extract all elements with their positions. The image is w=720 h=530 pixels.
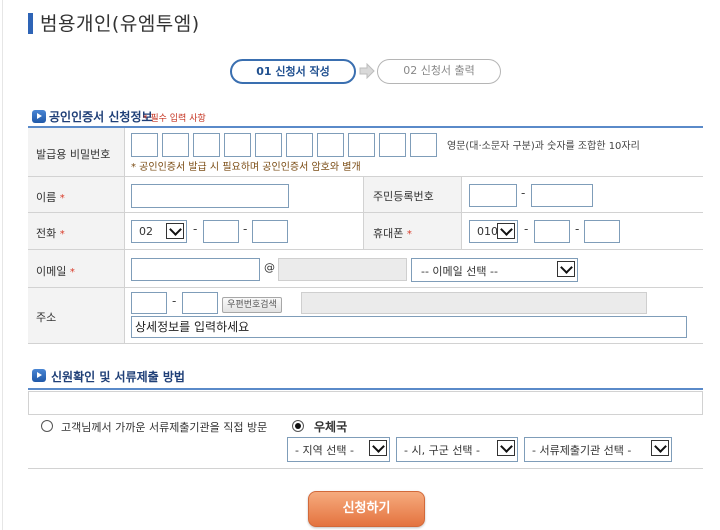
email-label: 이메일 * <box>36 265 75 278</box>
password-char-input[interactable] <box>131 133 158 157</box>
radio-visit-option[interactable] <box>41 420 53 432</box>
step-2-print-application: 02 신청서 출력 <box>377 59 501 84</box>
title-accent-bar <box>28 13 33 34</box>
rrn-label: 주민등록번호 <box>373 190 434 203</box>
mobile-dash: - <box>575 222 580 236</box>
name-input[interactable] <box>131 184 289 208</box>
address-base-input[interactable] <box>301 292 647 314</box>
chevron-down-icon <box>166 223 184 239</box>
password-char-input[interactable] <box>255 133 282 157</box>
zipcode-search-button[interactable]: 우편번호검색 <box>222 297 282 313</box>
password-char-input[interactable] <box>317 133 344 157</box>
table2-top-rule <box>28 388 703 390</box>
section-verification-title: 신원확인 및 서류제출 방법 <box>51 370 185 384</box>
address-label: 주소 <box>36 311 57 324</box>
phone-last-input[interactable] <box>252 220 288 243</box>
row-divider <box>28 176 703 177</box>
password-char-input[interactable] <box>379 133 406 157</box>
password-help-text: 영문(대·소문자 구분)과 숫자를 조합한 10자리 <box>447 141 640 152</box>
left-border <box>2 0 3 530</box>
required-note: * 필수 입력 사항 <box>143 114 206 124</box>
section-certificate-title: 공인인증서 신청정보 <box>49 110 153 124</box>
row-divider <box>28 249 703 250</box>
phone-middle-input[interactable] <box>203 220 239 243</box>
post-office-option-label: 우체국 <box>314 420 348 434</box>
rrn-dash: - <box>521 186 526 200</box>
password-char-input[interactable] <box>193 133 220 157</box>
phone-area-select[interactable]: 02 <box>131 220 187 243</box>
rrn-front-input[interactable] <box>469 184 517 207</box>
zipcode-back-input[interactable] <box>182 292 218 314</box>
radio-post-office-option[interactable] <box>292 420 304 432</box>
chevron-down-icon <box>557 261 575 277</box>
password-label: 발급용 비밀번호 <box>36 148 111 161</box>
visit-option-label: 고객님께서 가까운 서류제출기관을 직접 방문 <box>61 421 268 434</box>
page-title: 범용개인(유엠투엠) <box>40 13 200 35</box>
table-top-rule <box>28 126 703 128</box>
mobile-prefix-select[interactable]: 010 <box>469 220 518 243</box>
region-select[interactable]: - 지역 선택 - <box>287 437 390 462</box>
row-divider <box>28 212 703 213</box>
zipcode-front-input[interactable] <box>131 292 167 314</box>
password-char-input[interactable] <box>410 133 437 157</box>
table-bottom-rule <box>28 343 703 344</box>
agency-select[interactable]: - 서류제출기관 선택 - <box>524 437 672 462</box>
mobile-middle-input[interactable] <box>534 220 570 243</box>
chevron-down-icon <box>651 440 669 456</box>
password-char-input[interactable] <box>348 133 375 157</box>
phone-dash: - <box>193 222 198 236</box>
chevron-down-icon <box>497 223 515 239</box>
email-at-sign: @ <box>264 261 275 274</box>
password-note: * 공인인증서 발급 시 필요하며 공인인증서 암호와 별개 <box>131 162 361 173</box>
email-id-input[interactable] <box>131 258 260 281</box>
table2-bottom-rule <box>28 468 703 469</box>
mobile-label: 휴대폰 * <box>373 227 412 240</box>
step-1-write-application: 01 신청서 작성 <box>230 59 356 84</box>
phone-label: 전화 * <box>36 227 65 240</box>
mobile-dash: - <box>524 222 529 236</box>
email-domain-select[interactable]: -- 이메일 선택 -- <box>411 258 578 282</box>
submit-button[interactable]: 신청하기 <box>308 491 425 527</box>
verification-blank-row <box>28 391 703 415</box>
rrn-back-input[interactable] <box>531 184 593 207</box>
section-bullet-icon <box>32 369 46 382</box>
chevron-down-icon <box>497 440 515 456</box>
email-domain-input[interactable] <box>278 258 407 281</box>
address-detail-placeholder: 상세정보를 입력하세요 <box>135 320 250 334</box>
mobile-last-input[interactable] <box>584 220 620 243</box>
label-divider <box>124 128 125 343</box>
row-divider <box>28 287 703 288</box>
password-char-input[interactable] <box>162 133 189 157</box>
city-select[interactable]: - 시, 구군 선택 - <box>396 437 518 462</box>
chevron-down-icon <box>369 440 387 456</box>
name-label: 이름 * <box>36 191 65 204</box>
phone-dash: - <box>243 222 248 236</box>
password-char-input[interactable] <box>286 133 313 157</box>
zipcode-dash: - <box>172 294 177 308</box>
password-char-input[interactable] <box>224 133 251 157</box>
section-bullet-icon <box>32 110 46 123</box>
arrow-right-icon <box>359 63 375 79</box>
